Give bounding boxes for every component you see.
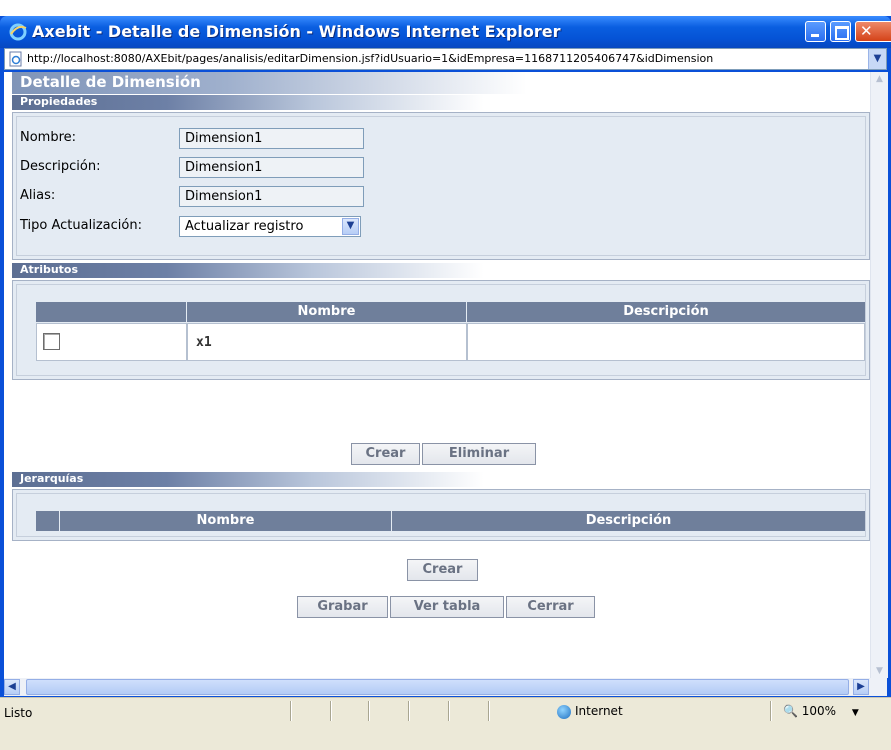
window-title: Axebit - Detalle de Dimensión - Windows …	[32, 22, 561, 41]
cerrar-button[interactable]: Cerrar	[506, 596, 595, 618]
descripcion-label: Descripción:	[20, 159, 101, 174]
jerarquias-panel: Nombre Descripción	[12, 489, 870, 541]
url-text[interactable]: http://localhost:8080/AXEbit/pages/anali…	[27, 52, 867, 65]
status-separator	[408, 701, 410, 721]
globe-icon	[557, 704, 571, 719]
grabar-button[interactable]: Grabar	[297, 596, 388, 618]
security-zone[interactable]: Internet	[557, 704, 623, 719]
scroll-left-icon[interactable]: ◀	[4, 679, 20, 695]
chevron-down-icon[interactable]: ▼	[852, 708, 859, 718]
jerarquias-select-header	[36, 511, 60, 531]
minimize-button[interactable]	[805, 21, 826, 42]
table-row-descripcion-cell[interactable]	[467, 323, 865, 361]
zoom-control[interactable]: 🔍 100% ▼	[783, 704, 859, 718]
descripcion-input[interactable]: Dimension1	[179, 157, 364, 178]
chevron-down-icon[interactable]: ▼	[342, 218, 359, 235]
status-separator	[770, 701, 772, 721]
zone-text: Internet	[575, 704, 623, 718]
scroll-up-icon[interactable]: ▲	[874, 74, 885, 84]
propiedades-panel: Nombre: Dimension1 Descripción: Dimensio…	[12, 112, 870, 260]
alias-label: Alias:	[20, 188, 56, 203]
ver-tabla-button[interactable]: Ver tabla	[390, 596, 504, 618]
vertical-scrollbar[interactable]: ▲ ▼	[870, 72, 888, 678]
jerarquias-inner: Nombre Descripción	[16, 493, 866, 537]
tipo-actualizacion-value: Actualizar registro	[185, 219, 304, 234]
scroll-down-icon[interactable]: ▼	[874, 666, 885, 676]
status-text: Listo	[4, 706, 33, 720]
horizontal-scrollbar[interactable]: ◀ ▶	[4, 678, 887, 696]
status-separator	[488, 701, 490, 721]
section-atributos: Atributos	[12, 263, 870, 278]
atributo-nombre: x1	[196, 335, 212, 350]
atributos-select-header	[36, 302, 187, 322]
title-bar[interactable]: Axebit - Detalle de Dimensión - Windows …	[0, 16, 891, 48]
page-content: Detalle de Dimensión Propiedades Nombre:…	[4, 72, 870, 678]
maximize-button[interactable]	[830, 21, 851, 42]
page-icon	[9, 51, 22, 67]
nombre-label: Nombre:	[20, 130, 77, 145]
internet-explorer-icon	[9, 23, 27, 41]
atributos-eliminar-button[interactable]: Eliminar	[422, 443, 536, 465]
jerarquias-header-descripcion: Descripción	[392, 511, 865, 531]
atributos-header-nombre: Nombre	[187, 302, 467, 322]
zoom-text: 100%	[801, 704, 837, 718]
status-separator	[448, 701, 450, 721]
atributos-panel: Nombre Descripción x1	[12, 280, 870, 380]
zoom-icon: 🔍	[783, 704, 798, 718]
address-bar[interactable]: http://localhost:8080/AXEbit/pages/anali…	[4, 48, 887, 70]
tipo-actualizacion-label: Tipo Actualización:	[20, 218, 142, 233]
close-window-button[interactable]	[855, 21, 891, 42]
atributos-header-descripcion: Descripción	[467, 302, 865, 322]
browser-window: Axebit - Detalle de Dimensión - Windows …	[0, 16, 891, 750]
section-title-jerarquias: Jerarquías	[20, 472, 84, 485]
status-separator	[290, 701, 292, 721]
atributos-crear-button[interactable]: Crear	[351, 443, 420, 465]
row-select-checkbox[interactable]	[43, 333, 60, 350]
tipo-actualizacion-select[interactable]: Actualizar registro ▼	[179, 216, 361, 237]
status-separator	[330, 701, 332, 721]
nombre-input[interactable]: Dimension1	[179, 128, 364, 149]
status-separator	[368, 701, 370, 721]
table-row-checkbox-cell	[36, 323, 187, 361]
address-dropdown-icon[interactable]: ▼	[868, 49, 886, 69]
alias-input[interactable]: Dimension1	[179, 186, 364, 207]
table-row-nombre-cell[interactable]: x1	[187, 323, 467, 361]
section-propiedades: Propiedades	[12, 95, 870, 110]
section-title-atributos: Atributos	[20, 263, 79, 276]
page-title: Detalle de Dimensión	[20, 73, 201, 91]
propiedades-inner: Nombre: Dimension1 Descripción: Dimensio…	[16, 116, 866, 256]
atributos-inner: Nombre Descripción x1	[16, 284, 866, 376]
page-header: Detalle de Dimensión	[12, 72, 870, 94]
scroll-right-icon[interactable]: ▶	[853, 679, 869, 695]
section-jerarquias: Jerarquías	[12, 472, 870, 487]
status-bar: Listo Internet 🔍 100% ▼	[0, 697, 891, 750]
jerarquias-crear-button[interactable]: Crear	[407, 559, 478, 581]
jerarquias-header-nombre: Nombre	[60, 511, 392, 531]
horizontal-scroll-thumb[interactable]	[26, 679, 849, 695]
section-title-propiedades: Propiedades	[20, 95, 98, 108]
